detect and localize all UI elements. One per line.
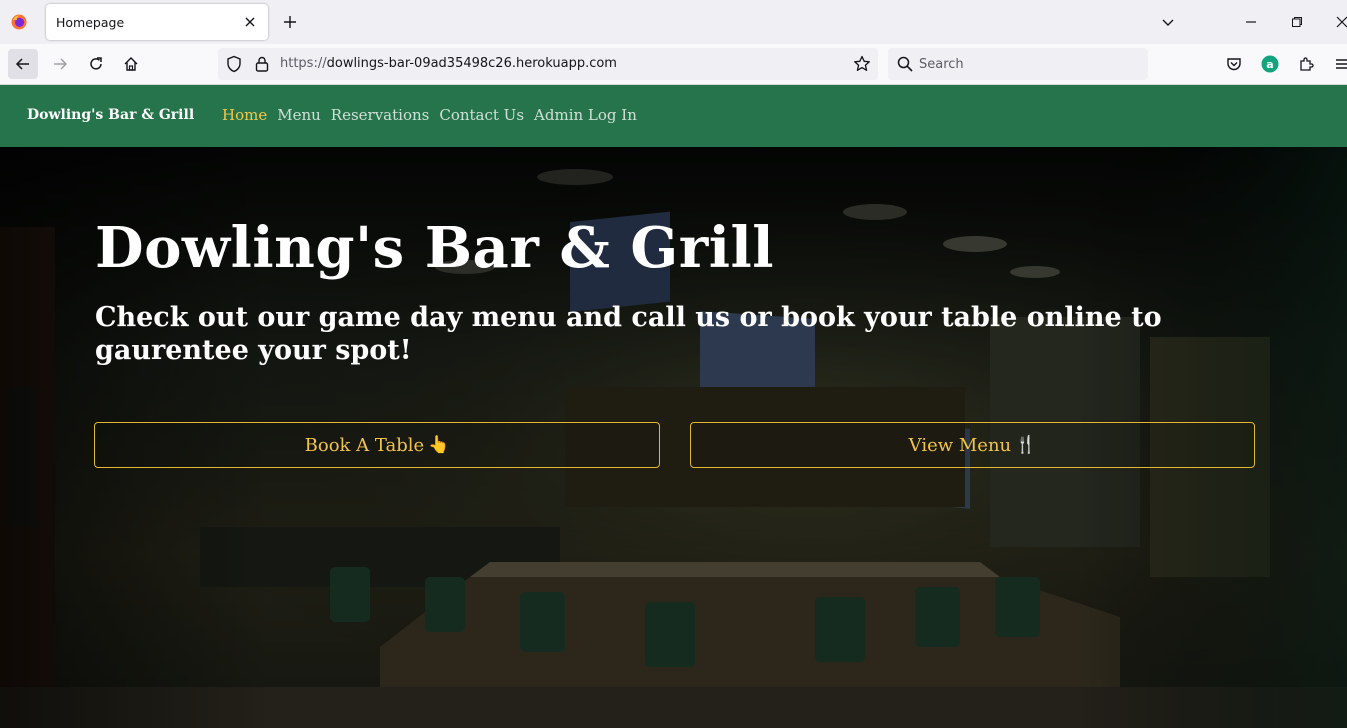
hero-subtitle: Check out our game day menu and call us … [95, 302, 1162, 366]
tab-homepage[interactable]: Homepage [46, 4, 268, 40]
nav-link-contact-us[interactable]: Contact Us [439, 106, 524, 124]
pointing-hand-icon: 👆 [428, 435, 450, 455]
view-menu-button[interactable]: View Menu 🍴 [690, 422, 1255, 468]
close-tab-icon[interactable] [241, 13, 259, 31]
extension-a-icon[interactable]: a [1260, 54, 1280, 74]
firefox-logo-icon[interactable] [11, 14, 27, 30]
search-bar[interactable]: Search [888, 48, 1148, 80]
hamburger-menu-icon[interactable] [1332, 54, 1347, 74]
nav-link-menu[interactable]: Menu [277, 106, 321, 124]
chevron-down-icon[interactable] [1158, 12, 1178, 32]
bookmark-star-icon[interactable] [852, 54, 872, 74]
nav-link-reservations[interactable]: Reservations [331, 106, 430, 124]
restore-window-icon[interactable] [1287, 12, 1307, 32]
main-nav: Home Menu Reservations Contact Us Admin … [222, 106, 637, 124]
lock-icon[interactable] [253, 55, 271, 73]
new-tab-icon[interactable] [280, 12, 300, 32]
search-placeholder: Search [919, 57, 964, 72]
site-navbar: Dowling's Bar & Grill Home Menu Reservat… [0, 85, 1347, 147]
nav-link-admin-log-in[interactable]: Admin Log In [534, 106, 637, 124]
close-window-icon[interactable] [1332, 12, 1347, 32]
hero-section: Dowling's Bar & Grill Check out our game… [0, 147, 1347, 728]
reload-icon[interactable] [81, 49, 111, 79]
svg-text:a: a [1266, 58, 1273, 71]
book-a-table-label: Book A Table [304, 434, 425, 456]
pocket-icon[interactable] [1224, 54, 1244, 74]
extensions-puzzle-icon[interactable] [1296, 54, 1316, 74]
view-menu-label: View Menu [908, 434, 1012, 456]
hero-title: Dowling's Bar & Grill [95, 215, 775, 281]
site-brand-link[interactable]: Dowling's Bar & Grill [27, 107, 194, 123]
tab-title: Homepage [56, 15, 125, 30]
minimize-window-icon[interactable] [1241, 12, 1261, 32]
utensils-icon: 🍴 [1015, 435, 1037, 455]
url-text[interactable]: https://dowlings-bar-09ad35498c26.heroku… [280, 56, 617, 71]
forward-arrow-icon[interactable] [45, 49, 75, 79]
browser-nav-bar: https://dowlings-bar-09ad35498c26.heroku… [0, 44, 1347, 85]
shield-icon[interactable] [225, 55, 243, 73]
address-bar[interactable]: https://dowlings-bar-09ad35498c26.heroku… [218, 48, 878, 80]
browser-tab-bar: Homepage [0, 0, 1347, 44]
book-a-table-button[interactable]: Book A Table 👆 [94, 422, 660, 468]
url-host: dowlings-bar-09ad35498c26.herokuapp.com [326, 56, 617, 71]
home-icon[interactable] [116, 49, 146, 79]
nav-link-home[interactable]: Home [222, 106, 267, 124]
search-icon [897, 56, 913, 72]
back-arrow-icon[interactable] [8, 49, 38, 79]
url-scheme: https:// [280, 56, 327, 71]
